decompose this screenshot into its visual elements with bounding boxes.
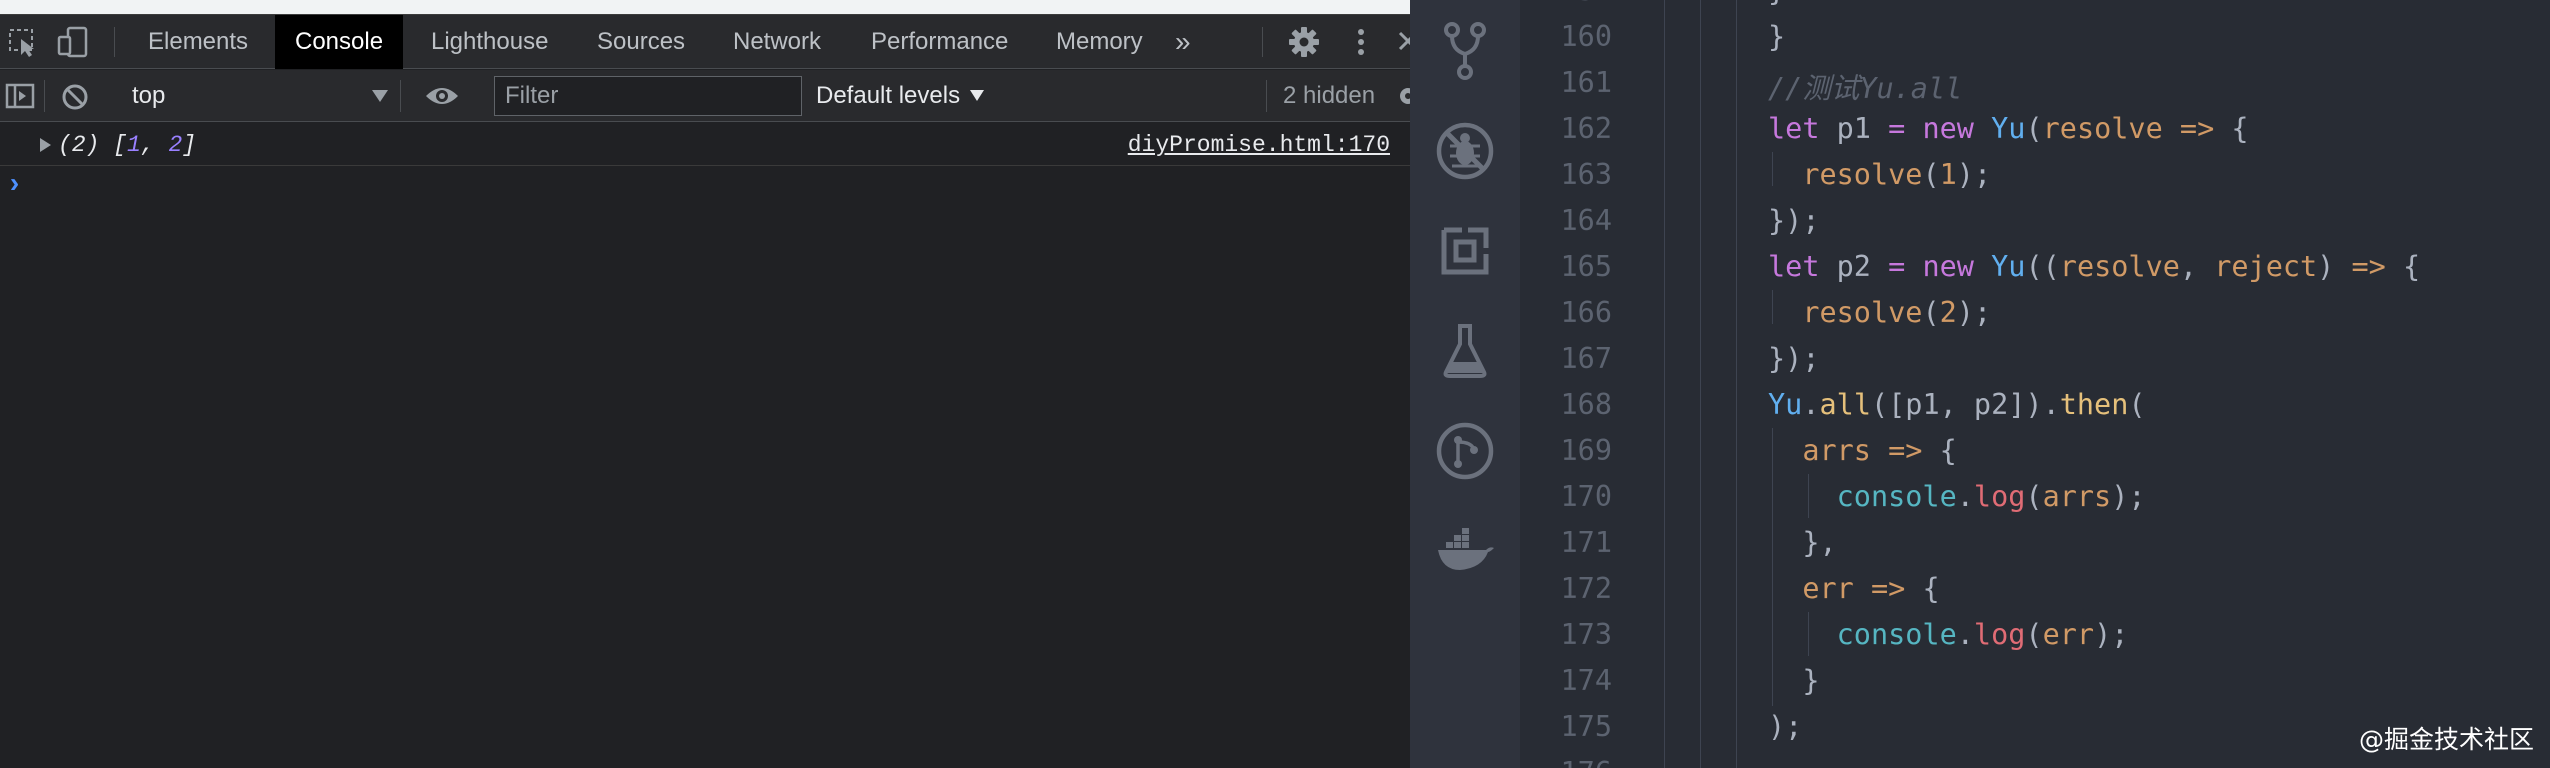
clear-console-icon[interactable] — [60, 82, 90, 112]
code-line: console.log(arrs); — [1836, 480, 2146, 513]
tab-performance[interactable]: Performance — [851, 15, 1028, 69]
code-line: }); — [1768, 204, 1820, 237]
console-toolbar: top Default levels 2 hidden — [0, 70, 1410, 122]
line-number: 175 — [1560, 710, 1612, 743]
code-line: }); — [1768, 342, 1820, 375]
console-log-message: (2) [1, 2] diyPromise.html:170 — [0, 124, 1410, 166]
code-line: } — [1768, 0, 1785, 7]
toolbar-divider — [114, 27, 115, 57]
line-number: 165 — [1560, 250, 1612, 283]
devtools-panel: Elements Console Lighthouse Sources Netw… — [0, 0, 1410, 768]
watermark: @掘金技术社区 — [2358, 725, 2534, 754]
line-number: 166 — [1560, 296, 1612, 329]
code-line: resolve(2); — [1802, 296, 1992, 329]
line-number: 174 — [1560, 664, 1612, 697]
console-sidebar-icon[interactable] — [4, 80, 36, 112]
execution-context-select[interactable]: top — [132, 70, 165, 122]
tab-console[interactable]: Console — [275, 15, 404, 69]
code-line: ); — [1768, 710, 1803, 743]
line-number: 173 — [1560, 618, 1612, 651]
toolbar-divider — [1266, 80, 1267, 112]
tab-sources[interactable]: Sources — [577, 15, 705, 69]
line-number: 169 — [1560, 434, 1612, 467]
line-number: 172 — [1560, 572, 1612, 605]
no-bug-icon[interactable] — [1432, 118, 1498, 184]
line-number: 167 — [1560, 342, 1612, 375]
more-options-icon[interactable] — [1344, 25, 1378, 59]
line-number: 162 — [1560, 112, 1612, 145]
line-number: 163 — [1560, 158, 1612, 191]
git-lens-icon[interactable] — [1432, 418, 1498, 484]
log-source-link[interactable]: diyPromise.html:170 — [1128, 132, 1390, 158]
line-number: 164 — [1560, 204, 1612, 237]
settings-gear-icon[interactable] — [1287, 25, 1321, 59]
line-number: 159 — [1520, 0, 1612, 7]
console-prompt-caret[interactable]: › — [6, 170, 23, 201]
tab-network[interactable]: Network — [713, 15, 841, 69]
indent-guide — [1700, 0, 1701, 768]
code-line: Yu.all([p1, p2]).then( — [1768, 388, 2146, 421]
code-line: let p1 = new Yu(resolve => { — [1768, 112, 2249, 145]
log-value-item: 1 — [127, 132, 141, 158]
hidden-messages-count: 2 hidden — [1283, 82, 1376, 109]
console-settings-gear-icon[interactable] — [1396, 84, 1410, 108]
code-line: let p2 = new Yu((resolve, reject) => { — [1768, 250, 2421, 283]
editor-activity-bar — [1410, 0, 1520, 768]
code-line: resolve(1); — [1802, 158, 1992, 191]
line-number: 171 — [1560, 526, 1612, 559]
line-number: 160 — [1560, 20, 1612, 53]
extensions-icon[interactable] — [1432, 218, 1498, 284]
toolbar-divider — [44, 80, 45, 112]
device-toolbar-icon[interactable] — [56, 25, 90, 59]
line-number: 161 — [1560, 66, 1612, 99]
code-line: //测试Yu.all — [1768, 72, 1963, 105]
chevron-down-icon — [970, 90, 984, 101]
live-expression-eye-icon[interactable] — [424, 80, 460, 112]
window-top-strip — [0, 0, 1410, 14]
line-number: 176 — [1520, 756, 1612, 768]
log-levels-dropdown[interactable]: Default levels — [816, 70, 960, 122]
line-number: 170 — [1560, 480, 1612, 513]
indent-guide — [1664, 0, 1665, 768]
toolbar-divider — [1262, 27, 1263, 57]
expand-triangle-icon[interactable] — [40, 138, 51, 152]
line-number: 168 — [1560, 388, 1612, 421]
code-line: } — [1768, 20, 1786, 53]
docker-icon[interactable] — [1432, 518, 1498, 584]
devtools-tab-bar: Elements Console Lighthouse Sources Netw… — [0, 14, 1410, 69]
chevron-down-icon — [372, 90, 388, 102]
more-tabs-button[interactable]: » — [1165, 15, 1201, 69]
tab-memory[interactable]: Memory — [1036, 15, 1163, 69]
log-array-value[interactable]: (2) [1, 2] — [58, 132, 196, 158]
log-prefix: (2) [ — [58, 132, 128, 158]
tab-elements[interactable]: Elements — [128, 15, 268, 69]
code-line: err => { — [1802, 572, 1940, 605]
close-devtools-icon[interactable] — [1394, 25, 1410, 59]
console-filter-input[interactable] — [494, 76, 802, 116]
code-line: console.log(err); — [1836, 618, 2129, 651]
indent-guide — [1736, 0, 1737, 768]
code-editor[interactable]: 159 160 161 162 163 164 165 166 167 168 … — [1520, 0, 2550, 768]
log-value-item: 2 — [168, 132, 183, 158]
code-line: arrs => { — [1802, 434, 1957, 467]
toolbar-divider — [400, 80, 401, 112]
source-control-icon[interactable] — [1432, 18, 1498, 84]
code-line: } — [1768, 664, 1820, 697]
code-line: }, — [1768, 526, 1837, 559]
inspect-element-icon[interactable] — [6, 25, 40, 59]
tab-lighthouse[interactable]: Lighthouse — [411, 15, 568, 69]
flask-icon[interactable] — [1432, 318, 1498, 384]
